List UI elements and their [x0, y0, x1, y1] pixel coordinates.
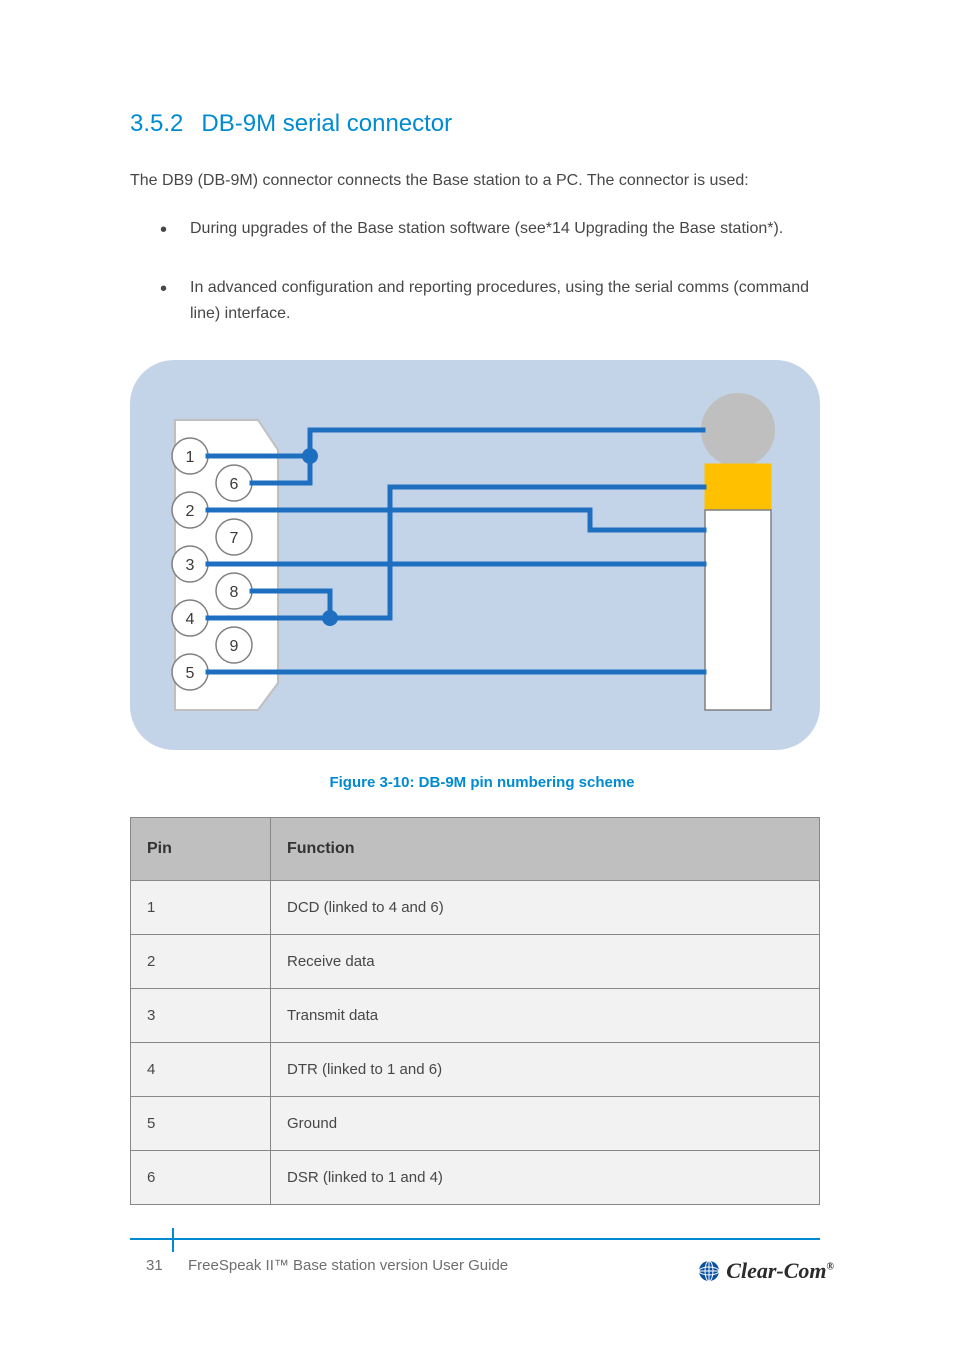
pin-label-9: 9: [230, 638, 239, 655]
logo-reg: ®: [827, 1262, 834, 1273]
footer-tick: [172, 1228, 174, 1252]
bullet-list: During upgrades of the Base station soft…: [160, 216, 834, 327]
pin-label-3: 3: [186, 557, 195, 574]
cell-pin: 6: [131, 1151, 271, 1205]
pin-label-8: 8: [230, 584, 239, 601]
cell-pin: 5: [131, 1097, 271, 1151]
diagram-svg: 1 2 3 4 5 6 7 8 9: [130, 360, 820, 750]
footer-title: FreeSpeak II™ Base station version User …: [188, 1257, 508, 1274]
pin-label-1: 1: [186, 449, 195, 466]
junction-j1: [302, 448, 318, 464]
bullet-item: In advanced configuration and reporting …: [160, 275, 834, 326]
table-row: 2 Receive data: [131, 935, 820, 989]
cell-pin: 2: [131, 935, 271, 989]
pin-label-4: 4: [186, 611, 195, 628]
footer-rule: [130, 1238, 820, 1240]
th-pin: Pin: [131, 818, 271, 881]
logo-text: Clear-Com®: [726, 1258, 834, 1284]
th-function: Function: [271, 818, 820, 881]
cell-function: Ground: [271, 1097, 820, 1151]
pin-label-2: 2: [186, 503, 195, 520]
table-row: 1 DCD (linked to 4 and 6): [131, 881, 820, 935]
intro-paragraph: The DB9 (DB-9M) connector connects the B…: [130, 168, 834, 194]
junction-j2: [322, 610, 338, 626]
section-title: DB-9M serial connector: [201, 110, 452, 138]
table-row: 4 DTR (linked to 1 and 6): [131, 1043, 820, 1097]
wiring-diagram: 1 2 3 4 5 6 7 8 9: [130, 360, 820, 750]
cell-pin: 1: [131, 881, 271, 935]
wire-pin1-tip: [208, 430, 703, 456]
jack-tip-circle: [702, 394, 774, 466]
cell-function: Receive data: [271, 935, 820, 989]
cell-function: DSR (linked to 1 and 4): [271, 1151, 820, 1205]
cell-function: DCD (linked to 4 and 6): [271, 881, 820, 935]
section-header: 3.5.2 DB-9M serial connector: [130, 110, 834, 138]
bullet-item: During upgrades of the Base station soft…: [160, 216, 834, 242]
cell-function: Transmit data: [271, 989, 820, 1043]
wires: [208, 430, 704, 672]
cell-pin: 4: [131, 1043, 271, 1097]
pin-label-5: 5: [186, 665, 195, 682]
cell-pin: 3: [131, 989, 271, 1043]
page-number: 31: [146, 1257, 163, 1274]
brand-logo: Clear-Com®: [698, 1258, 834, 1284]
table-row: 3 Transmit data: [131, 989, 820, 1043]
pin-function-table: Pin Function 1 DCD (linked to 4 and 6) 2…: [130, 817, 820, 1205]
wire-j2-ring: [330, 487, 704, 618]
pin-label-6: 6: [230, 476, 239, 493]
figure-caption: Figure 3-10: DB-9M pin numbering scheme: [130, 774, 834, 791]
pin-label-7: 7: [230, 530, 239, 547]
section-number: 3.5.2: [130, 110, 183, 138]
cell-function: DTR (linked to 1 and 6): [271, 1043, 820, 1097]
globe-icon: [698, 1260, 720, 1282]
table-row: 5 Ground: [131, 1097, 820, 1151]
jack-ring-rect: [705, 464, 771, 510]
table-row: 6 DSR (linked to 1 and 4): [131, 1151, 820, 1205]
jack-sleeve-rect: [705, 510, 771, 710]
wire-pin2-sleeve: [208, 510, 704, 530]
